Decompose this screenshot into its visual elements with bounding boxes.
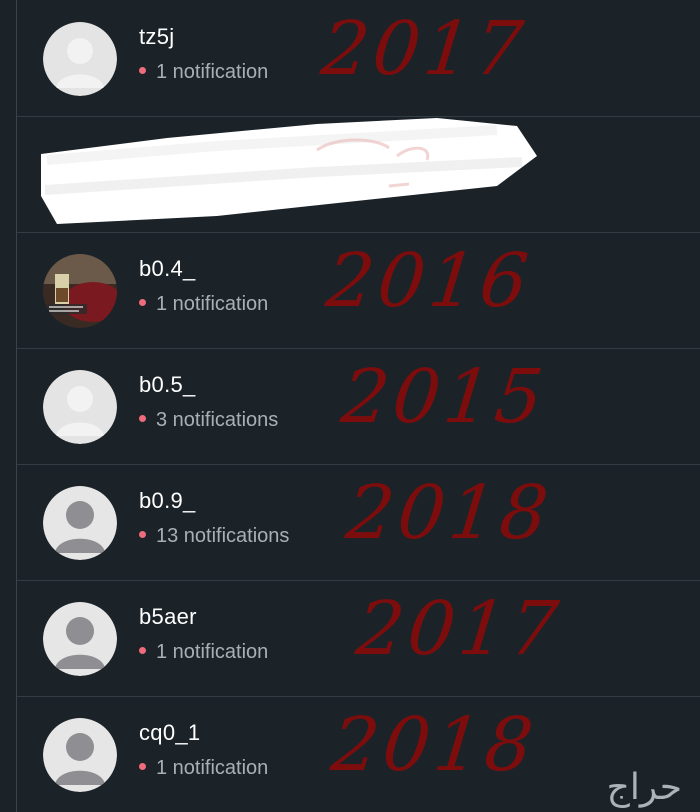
account-list: tz5j 1 notification 2017 b0.4_ 1 notific… [16,0,700,812]
account-row-cq0_1[interactable]: cq0_1 1 notification 2018 [17,696,700,812]
handwritten-year-annotation: 2018 [342,470,556,556]
account-row-b0.9_[interactable]: b0.9_ 13 notifications 2018 [17,464,700,581]
account-row-b0.4_[interactable]: b0.4_ 1 notification 2016 [17,232,700,349]
handwritten-year-annotation: 2017 [352,586,566,672]
default-user-icon [43,602,117,676]
notification-dot-icon [139,763,146,771]
handwritten-year-annotation: 2018 [327,702,541,788]
account-notification-count: 1 notification [139,293,268,316]
account-notification-count: 1 notification [139,757,268,780]
account-username: b5aer [139,604,197,629]
notification-dot-icon [139,415,146,423]
notification-dot-icon [139,299,146,307]
account-row-redacted [17,116,700,233]
default-user-icon [43,718,117,792]
handwritten-year-annotation: 2015 [337,354,551,440]
notification-dot-icon [139,531,146,539]
account-notification-count: 3 notifications [139,409,278,432]
notification-dot-icon [139,67,146,75]
account-notification-count: 1 notification [139,641,268,664]
account-username: cq0_1 [139,720,201,745]
avatar-photo [43,254,117,328]
watermark-logo: حراج [606,767,682,808]
redaction-scribble [41,118,537,224]
account-notification-count: 13 notifications [139,525,289,548]
handwritten-year-annotation: 2016 [322,238,536,324]
avatar-placeholder-icon [43,370,117,444]
account-row-tz5j[interactable]: tz5j 1 notification 2017 [17,0,700,117]
notification-dot-icon [139,647,146,655]
account-username: b0.5_ [139,372,196,397]
account-row-b5aer[interactable]: b5aer 1 notification 2017 [17,580,700,697]
account-notification-count: 1 notification [139,61,268,84]
account-username: b0.9_ [139,488,196,513]
account-username: tz5j [139,24,175,49]
default-user-icon [43,486,117,560]
handwritten-year-annotation: 2017 [317,6,531,92]
account-username: b0.4_ [139,256,196,281]
avatar-placeholder-icon [43,22,117,96]
account-row-b0.5_[interactable]: b0.5_ 3 notifications 2015 [17,348,700,465]
